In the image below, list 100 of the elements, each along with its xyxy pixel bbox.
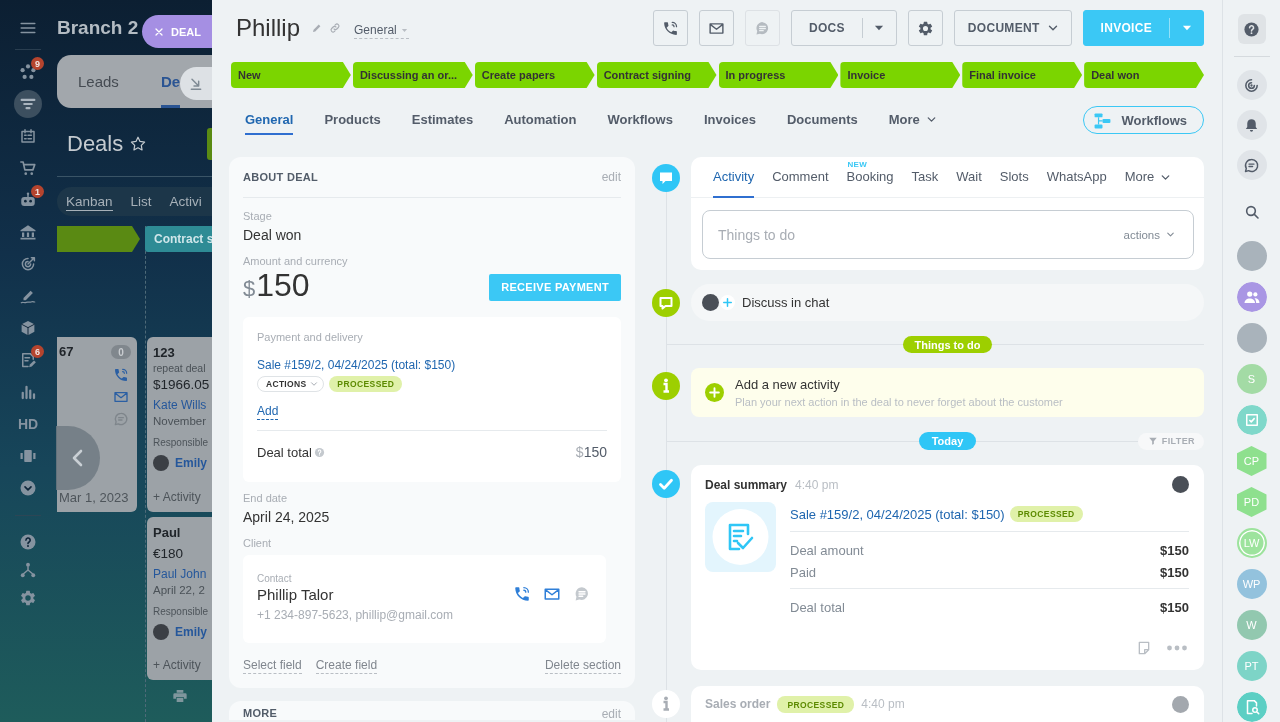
add-activity-card[interactable]: Add a new activity Plan your next action in the deal to never forget about the customer xyxy=(691,368,1204,417)
add-link[interactable]: Add xyxy=(257,404,279,420)
deal-type: repeat deal xyxy=(153,361,206,376)
sidebar-item[interactable]: 6 xyxy=(14,346,42,374)
mail-icon[interactable] xyxy=(113,389,129,405)
more-icon[interactable] xyxy=(1167,645,1187,651)
activity-tab[interactable]: Wait xyxy=(956,169,982,198)
toolbar-button[interactable] xyxy=(907,10,943,46)
field-label: Deal total xyxy=(257,444,312,460)
view-tab[interactable]: List xyxy=(130,192,152,211)
stage-step[interactable]: Contract signing xyxy=(596,62,717,88)
toolbar-button[interactable] xyxy=(698,10,734,46)
assistant-button[interactable] xyxy=(1236,70,1267,100)
sidebar-item[interactable] xyxy=(14,90,42,118)
row-label: Deal total xyxy=(790,599,845,615)
row-value: $150 xyxy=(1160,599,1189,615)
link-icon[interactable] xyxy=(329,22,342,34)
deal-date: November xyxy=(153,414,207,429)
tab[interactable]: Documents xyxy=(786,105,858,135)
activity-tab[interactable]: Slots xyxy=(999,169,1029,198)
tab[interactable]: Estimates xyxy=(411,105,474,135)
total-amount: $150 xyxy=(575,444,607,460)
tab[interactable]: General xyxy=(245,105,294,135)
field-value: Deal won xyxy=(243,226,302,245)
card-title: Sales order xyxy=(705,696,771,713)
activity-tab[interactable]: Comment xyxy=(772,169,829,198)
activity-tab[interactable]: Booking xyxy=(846,169,894,198)
chevron-down-icon xyxy=(19,479,37,497)
info-icon xyxy=(652,690,680,718)
add-activity-link[interactable]: + Activity xyxy=(153,657,201,673)
tab[interactable]: Products xyxy=(324,105,381,135)
phone-icon[interactable] xyxy=(113,367,129,383)
field-value: April 24, 2025 xyxy=(243,508,330,527)
deal-card[interactable]: 123 repeat deal $1966.05 Kate Wills November Responsible Emily + Activity xyxy=(147,337,212,512)
split-button[interactable]: DOCS xyxy=(790,10,897,46)
stage-step[interactable]: New xyxy=(231,62,351,88)
tab[interactable]: Leads xyxy=(78,55,119,108)
cube-icon xyxy=(19,319,37,337)
sale-link[interactable]: Sale #159/2, 04/24/2025 (total: $150) xyxy=(790,506,1005,522)
activity-tab[interactable]: Task xyxy=(911,169,939,198)
date-badge: Today xyxy=(918,432,977,450)
deal-card[interactable]: Paul €180 Paul John April 22, 2 Responsible Emily + Activity xyxy=(147,517,212,680)
bell-icon xyxy=(1243,116,1260,134)
field-label: Contact xyxy=(257,573,292,585)
note-icon[interactable] xyxy=(1136,640,1152,656)
calendar-icon xyxy=(19,127,37,145)
sidebar-item[interactable]: 9 xyxy=(14,58,42,86)
swirl-icon xyxy=(1243,76,1260,94)
document-search-icon[interactable] xyxy=(1236,692,1267,722)
stage-step[interactable]: Create papers xyxy=(474,62,595,88)
stage-step[interactable]: Deal won xyxy=(1084,62,1204,88)
notification-badge: 1 xyxy=(31,185,44,198)
tab[interactable]: Automation xyxy=(504,105,577,135)
notifications-button[interactable] xyxy=(1236,110,1267,140)
group-icon[interactable] xyxy=(1236,282,1267,312)
stage-step[interactable]: Invoice xyxy=(840,62,961,88)
category-dropdown[interactable]: General xyxy=(354,23,409,39)
star-icon[interactable] xyxy=(129,135,148,153)
sale-link[interactable]: Sale #159/2, 04/24/2025 (total: $150) xyxy=(257,357,456,373)
bar-chart-icon xyxy=(19,383,37,401)
deal-title: 123 xyxy=(153,345,175,361)
messages-button[interactable] xyxy=(1236,150,1267,180)
view-tab[interactable]: Activi xyxy=(169,192,202,211)
row-value: $150 xyxy=(1160,564,1189,580)
input-field[interactable]: Things to do actions xyxy=(702,210,1194,259)
printer-icon[interactable] xyxy=(172,688,188,704)
dropdown-button[interactable]: DOCUMENT xyxy=(953,10,1072,46)
avatar-icon[interactable] xyxy=(1236,241,1267,271)
mail-icon[interactable] xyxy=(543,585,561,603)
activity-tab[interactable]: WhatsApp xyxy=(1046,169,1107,198)
toolbar-button[interactable] xyxy=(652,10,688,46)
activity-tab[interactable]: Activity xyxy=(713,169,755,198)
plus-icon xyxy=(705,383,724,402)
sidebar-item[interactable]: HD xyxy=(14,410,42,438)
discuss-in-chat-button[interactable]: Discuss in chat xyxy=(691,284,1204,321)
delete-section-link[interactable]: Delete section xyxy=(544,658,621,674)
chevron-down-icon xyxy=(309,379,320,389)
tab[interactable]: Workflows xyxy=(607,105,673,135)
stage-step[interactable]: Discussing an or... xyxy=(352,62,473,88)
deal-date: April 22, 2 xyxy=(153,583,205,598)
add-activity-link[interactable]: + Activity xyxy=(153,489,201,505)
more-tab[interactable]: More xyxy=(888,105,938,135)
stage-header: Contract s xyxy=(145,226,212,252)
stage-step[interactable]: In progress xyxy=(718,62,839,88)
sidebar-item[interactable]: 1 xyxy=(14,186,42,214)
phone-icon[interactable] xyxy=(513,585,531,603)
search-icon[interactable] xyxy=(1243,204,1260,220)
tab[interactable]: Invoices xyxy=(703,105,756,135)
contact-name[interactable]: Phillip Talor xyxy=(257,585,334,605)
view-tab[interactable]: Kanban xyxy=(66,192,113,211)
stage-step[interactable]: Final invoice xyxy=(962,62,1083,88)
actions-dropdown[interactable]: actions xyxy=(1123,228,1176,241)
field-label: Client xyxy=(243,537,272,550)
help-button[interactable] xyxy=(1237,14,1266,44)
row-value: $150 xyxy=(1160,542,1189,558)
more-tab[interactable]: More xyxy=(1124,169,1173,198)
contact-details: +1 234-897-5623, phillip@gmail.com xyxy=(257,607,453,623)
field-action-link[interactable]: Create field xyxy=(315,658,378,674)
avatar-icon[interactable] xyxy=(1236,323,1267,353)
field-action-link[interactable]: Select field xyxy=(243,658,302,674)
